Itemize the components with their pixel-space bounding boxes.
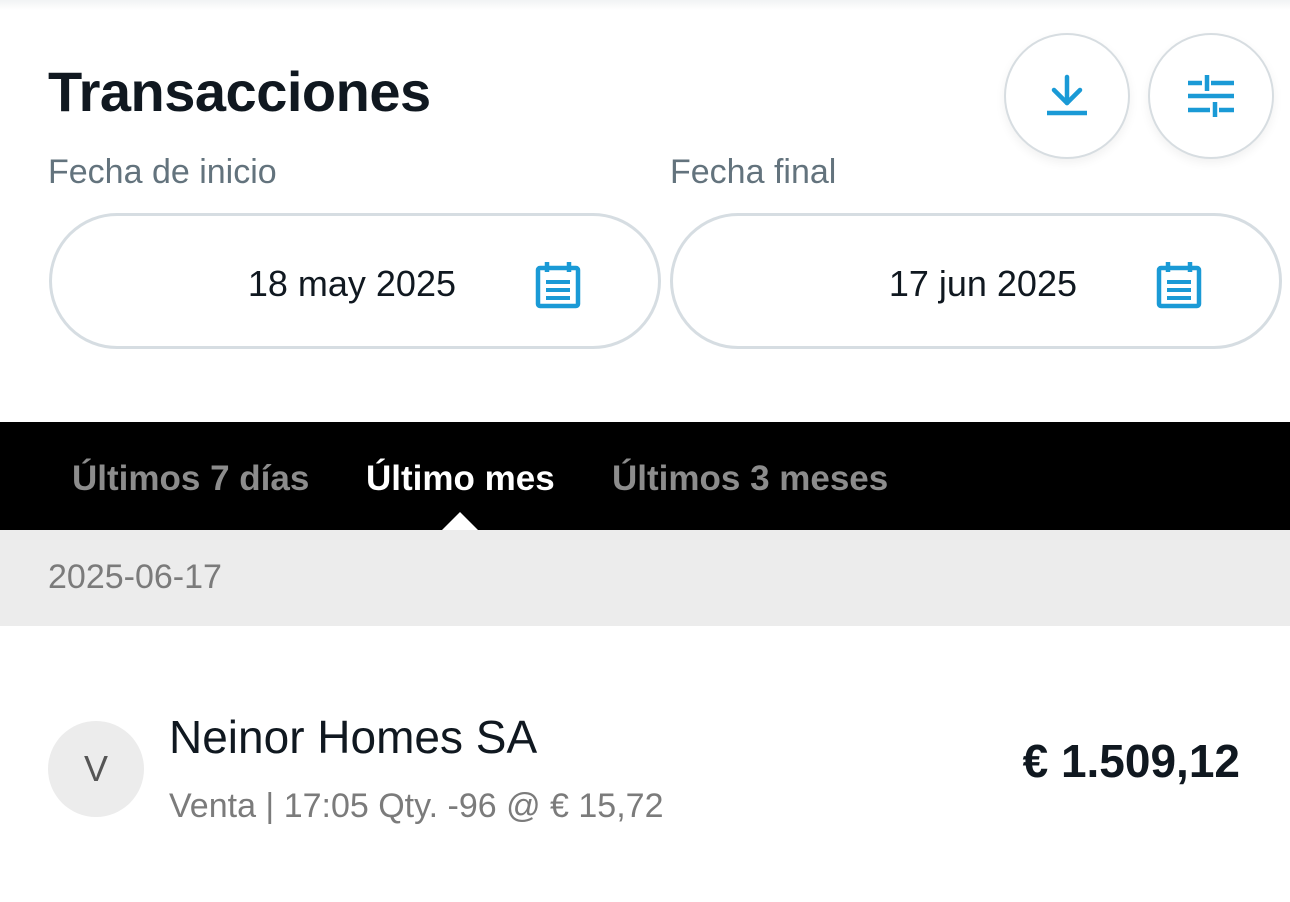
page-title: Transacciones: [48, 60, 431, 123]
start-date-value: 18 may 2025: [247, 263, 456, 304]
active-tab-indicator: [442, 512, 478, 530]
transaction-detail: Venta | 17:05 Qty. -96 @ € 15,72: [169, 787, 664, 825]
end-date-label: Fecha final: [670, 153, 837, 191]
date-group-header: 2025-06-17: [0, 530, 1290, 626]
sliders-icon: [1188, 75, 1234, 117]
avatar: V: [48, 721, 144, 817]
group-date: 2025-06-17: [48, 558, 222, 596]
tab-last-month[interactable]: Último mes: [366, 458, 555, 500]
top-shadow: [0, 0, 1290, 10]
transactions-screen: Transacciones Fecha de inicio Fecha fina…: [0, 0, 1290, 902]
end-date-field[interactable]: 17 jun 2025: [670, 213, 1282, 349]
transaction-name: Neinor Homes SA: [169, 711, 538, 763]
filter-button[interactable]: [1148, 33, 1274, 159]
calendar-icon[interactable]: [533, 260, 583, 310]
start-date-label: Fecha de inicio: [48, 153, 277, 191]
period-tabbar: Últimos 7 días Último mes Últimos 3 mese…: [0, 422, 1290, 530]
calendar-icon[interactable]: [1154, 260, 1204, 310]
download-icon: [1047, 74, 1087, 116]
start-date-field[interactable]: 18 may 2025: [49, 213, 661, 349]
end-date-value: 17 jun 2025: [888, 263, 1077, 304]
transaction-row[interactable]: V Neinor Homes SA Venta | 17:05 Qty. -96…: [0, 626, 1290, 902]
download-button[interactable]: [1004, 33, 1130, 159]
tab-last-3-months[interactable]: Últimos 3 meses: [612, 458, 888, 500]
tab-last-7-days[interactable]: Últimos 7 días: [72, 458, 309, 500]
transaction-amount: € 1.509,12: [1022, 735, 1240, 787]
